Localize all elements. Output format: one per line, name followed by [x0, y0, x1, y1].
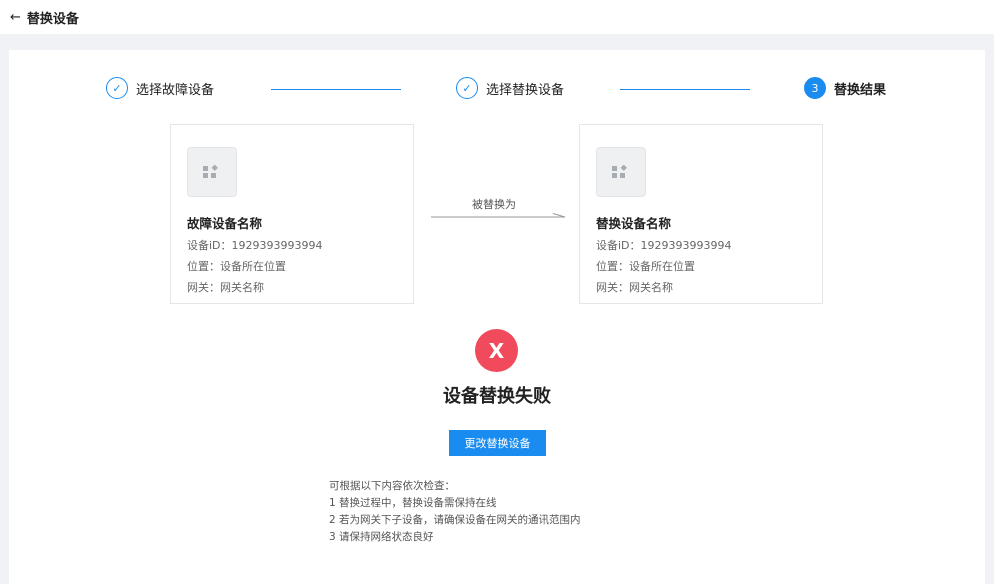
top-bar: ← 替换设备	[0, 0, 994, 34]
tip-item: 1 替换过程中，替换设备需保持在线	[329, 497, 497, 509]
replace-arrow-icon	[431, 213, 566, 218]
tip-item: 2 若为网关下子设备，请确保设备在网关的通讯范围内	[329, 514, 581, 526]
step-connector	[271, 89, 401, 90]
step-result: 3 替换结果	[804, 76, 886, 100]
faulty-device-card: 故障设备名称 设备iD：1929393993994 位置：设备所在位置 网关：网…	[170, 124, 414, 304]
device-gateway: 网关：网关名称	[596, 281, 673, 294]
step-label: 选择替换设备	[486, 82, 565, 98]
check-icon: ✓	[106, 77, 128, 99]
change-replacement-button[interactable]: 更改替换设备	[449, 430, 546, 456]
back-arrow-icon[interactable]: ←	[10, 10, 21, 25]
step-label: 替换结果	[834, 82, 887, 98]
replace-arrow-label: 被替换为	[472, 198, 516, 211]
device-name: 替换设备名称	[596, 216, 672, 231]
page-title: 替换设备	[26, 11, 79, 27]
step-select-faulty: ✓ 选择故障设备	[106, 76, 214, 100]
device-gateway: 网关：网关名称	[187, 281, 264, 294]
result-title: 设备替换失败	[443, 386, 551, 407]
device-name: 故障设备名称	[187, 216, 263, 231]
device-id: 设备iD：1929393993994	[187, 239, 323, 252]
step-connector	[620, 89, 750, 90]
replacement-device-card: 替换设备名称 设备iD：1929393993994 位置：设备所在位置 网关：网…	[579, 124, 823, 304]
tips-heading: 可根据以下内容依次检查：	[329, 480, 455, 492]
step-number: 3	[804, 77, 826, 99]
device-icon	[187, 147, 237, 197]
check-icon: ✓	[456, 77, 478, 99]
main-panel: ✓ 选择故障设备 ✓ 选择替换设备 3 替换结果 故障设备名称 设备iD：192…	[9, 50, 985, 584]
step-label: 选择故障设备	[136, 82, 215, 98]
device-location: 位置：设备所在位置	[187, 260, 286, 273]
tip-item: 3 请保持网络状态良好	[329, 531, 434, 543]
troubleshooting-tips: 可根据以下内容依次检查： 1 替换过程中，替换设备需保持在线 2 若为网关下子设…	[329, 478, 581, 546]
fail-icon: X	[475, 329, 518, 372]
device-location: 位置：设备所在位置	[596, 260, 695, 273]
step-select-replacement: ✓ 选择替换设备	[456, 76, 564, 100]
device-id: 设备iD：1929393993994	[596, 239, 732, 252]
device-icon	[596, 147, 646, 197]
